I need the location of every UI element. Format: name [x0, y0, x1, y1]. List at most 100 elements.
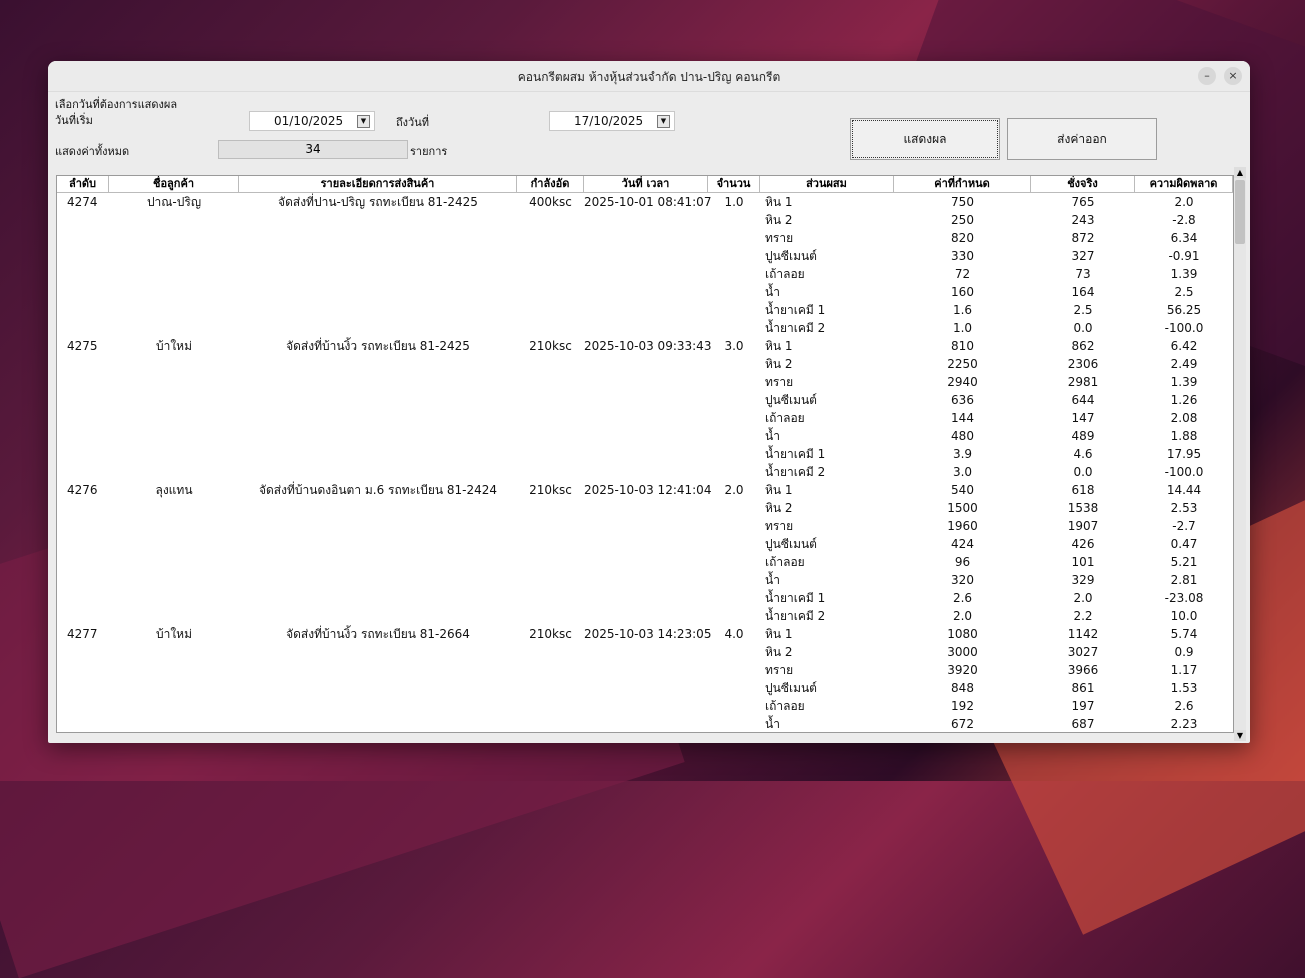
column-header[interactable]: ชื่อลูกค้า — [109, 176, 239, 192]
error-value: 14.44 — [1166, 483, 1202, 497]
target-value: 160 — [951, 285, 974, 299]
ingredient-name: ปูนซีเมนต์ — [765, 393, 817, 407]
strength: 400ksc — [529, 195, 572, 209]
column-header[interactable]: ชั่งจริง — [1031, 176, 1135, 192]
error-value: -23.08 — [1164, 591, 1204, 605]
ingredient-name: น้ำยาเคมี 1 — [765, 303, 826, 317]
total-count-field: 34 — [218, 140, 408, 159]
target-value: 330 — [951, 249, 974, 263]
error-value: 1.53 — [1170, 681, 1198, 695]
ingredient-name: ทราย — [765, 519, 794, 533]
start-date-picker[interactable]: 01/10/2025 ▼ — [249, 111, 375, 131]
ingredient-name: หิน 1 — [765, 195, 793, 209]
table-header: ลำดับ ชื่อลูกค้า รายละเอียดการส่งสินค้า กำล… — [57, 176, 1233, 193]
actual-value: 164 — [1071, 285, 1095, 299]
error-value: 1.88 — [1170, 429, 1198, 443]
target-value: 1500 — [947, 501, 978, 515]
target-value: 820 — [951, 231, 974, 245]
minimize-icon[interactable]: – — [1198, 67, 1216, 85]
actual-value: 327 — [1071, 249, 1095, 263]
error-value: 56.25 — [1166, 303, 1202, 317]
ingredient-name: น้ำยาเคมี 2 — [765, 609, 826, 623]
order-id: 4276 — [67, 483, 98, 497]
error-value: 1.26 — [1170, 393, 1198, 407]
ingredient-name: น้ำ — [765, 573, 780, 587]
ingredient-name: เถ้าลอย — [765, 555, 805, 569]
quantity: 4.0 — [724, 627, 744, 641]
column-header[interactable]: ส่วนผสม — [760, 176, 894, 192]
results-list[interactable]: ลำดับ ชื่อลูกค้า รายละเอียดการส่งสินค้า กำล… — [56, 175, 1234, 733]
quantity: 2.0 — [724, 483, 744, 497]
chevron-down-icon[interactable]: ▼ — [357, 115, 370, 128]
ingredient-name: น้ำยาเคมี 2 — [765, 465, 826, 479]
end-date-picker[interactable]: 17/10/2025 ▼ — [549, 111, 675, 131]
error-value: 6.42 — [1170, 339, 1198, 353]
datetime: 2025-10-03 12:41:04 — [584, 483, 712, 497]
error-value: 1.39 — [1170, 375, 1198, 389]
column-header[interactable]: ค่าที่กำหนด — [894, 176, 1031, 192]
title-bar[interactable]: คอนกรีตผสม ห้างหุ้นส่วนจำกัด ปาน-ปริญ คอ… — [48, 61, 1250, 92]
ingredient-name: ทราย — [765, 375, 794, 389]
scroll-thumb[interactable] — [1235, 180, 1245, 244]
total-label: แสดงค่าทั้งหมด — [55, 145, 130, 158]
ingredient-name: น้ำ — [765, 285, 780, 299]
ingredient-name: น้ำ — [765, 717, 780, 731]
target-value: 96 — [954, 555, 971, 569]
column-header[interactable]: กำลังอัด — [517, 176, 584, 192]
scroll-up-icon[interactable]: ▲ — [1234, 167, 1246, 178]
actual-value: 872 — [1071, 231, 1095, 245]
vertical-scrollbar[interactable]: ▲ ▼ — [1234, 167, 1246, 741]
actual-value: 0.0 — [1073, 321, 1093, 335]
ingredient-name: หิน 2 — [765, 213, 793, 227]
target-value: 72 — [954, 267, 971, 281]
ingredient-name: ทราย — [765, 663, 794, 677]
chevron-down-icon[interactable]: ▼ — [657, 115, 670, 128]
actual-value: 687 — [1071, 717, 1095, 731]
start-date-value: 01/10/2025 — [274, 114, 344, 128]
target-value: 250 — [951, 213, 974, 227]
actual-value: 1907 — [1067, 519, 1099, 533]
ingredient-name: เถ้าลอย — [765, 411, 805, 425]
target-value: 2940 — [947, 375, 978, 389]
datetime: 2025-10-03 14:23:05 — [584, 627, 712, 641]
actual-value: 2981 — [1067, 375, 1099, 389]
column-header[interactable]: จำนวน — [708, 176, 760, 192]
ingredient-name: เถ้าลอย — [765, 267, 805, 281]
actual-value: 147 — [1071, 411, 1095, 425]
error-value: -100.0 — [1164, 465, 1204, 479]
actual-value: 765 — [1071, 195, 1095, 209]
error-value: 6.34 — [1170, 231, 1198, 245]
close-icon[interactable]: × — [1224, 67, 1242, 85]
error-value: 0.9 — [1174, 645, 1194, 659]
column-header[interactable]: วันที่ เวลา — [584, 176, 708, 192]
error-value: -2.7 — [1172, 519, 1196, 533]
start-date-label: วันที่เริ่ม — [55, 114, 93, 127]
ingredient-name: หิน 2 — [765, 357, 793, 371]
error-value: 10.0 — [1170, 609, 1198, 623]
scroll-down-icon[interactable]: ▼ — [1234, 730, 1246, 741]
target-value: 750 — [951, 195, 974, 209]
export-button[interactable]: ส่งค่าออก — [1007, 118, 1157, 160]
delivery-detail: จัดส่งที่บ้านงิ้ว รถทะเบียน 81-2425 — [286, 339, 470, 353]
actual-value: 329 — [1071, 573, 1095, 587]
error-value: 2.53 — [1170, 501, 1198, 515]
target-value: 810 — [951, 339, 974, 353]
actual-value: 1538 — [1067, 501, 1099, 515]
actual-value: 489 — [1071, 429, 1095, 443]
quantity: 3.0 — [724, 339, 744, 353]
target-value: 320 — [951, 573, 974, 587]
actual-value: 1142 — [1067, 627, 1099, 641]
actual-value: 101 — [1071, 555, 1095, 569]
error-value: 5.74 — [1170, 627, 1198, 641]
column-header[interactable]: ความผิดพลาด — [1135, 176, 1233, 192]
target-value: 192 — [951, 699, 974, 713]
column-header[interactable]: รายละเอียดการส่งสินค้า — [239, 176, 517, 192]
column-header[interactable]: ลำดับ — [57, 176, 109, 192]
delivery-detail: จัดส่งที่บ้านงิ้ว รถทะเบียน 81-2664 — [286, 627, 470, 641]
show-button[interactable]: แสดงผล — [850, 118, 1000, 160]
error-value: -2.8 — [1172, 213, 1196, 227]
target-value: 2250 — [947, 357, 978, 371]
end-date-value: 17/10/2025 — [574, 114, 644, 128]
error-value: 1.39 — [1170, 267, 1198, 281]
strength: 210ksc — [529, 483, 572, 497]
